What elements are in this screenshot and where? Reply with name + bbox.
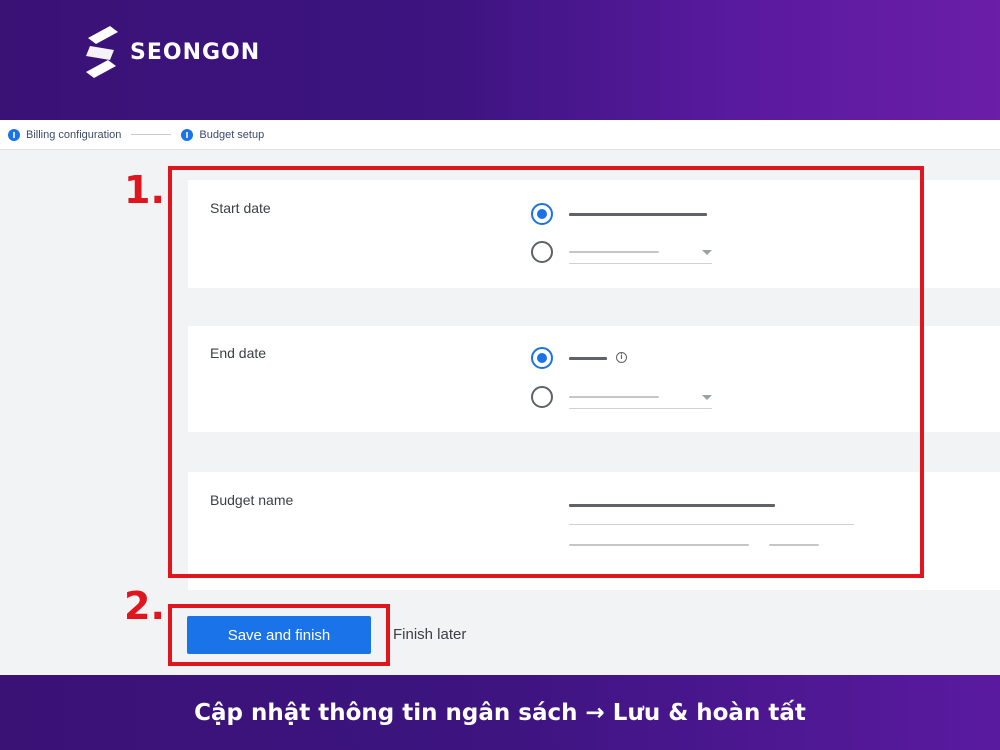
step-label: Billing configuration bbox=[26, 128, 122, 141]
step-info-icon bbox=[8, 128, 20, 141]
brand-logo: SEONGON bbox=[80, 22, 260, 82]
form-highlight-box bbox=[168, 166, 924, 578]
finish-later-button[interactable]: Finish later bbox=[393, 626, 466, 643]
caption-text: Cập nhật thông tin ngân sách → Lưu & hoà… bbox=[194, 699, 806, 726]
save-and-finish-button[interactable]: Save and finish bbox=[187, 616, 371, 654]
annotation-step-1: 1. bbox=[124, 168, 165, 212]
seongon-logo-icon bbox=[86, 26, 118, 78]
step-connector bbox=[131, 134, 172, 135]
step-label: Budget setup bbox=[199, 128, 265, 141]
step-budget-setup[interactable]: Budget setup bbox=[181, 128, 265, 141]
caption-banner: Cập nhật thông tin ngân sách → Lưu & hoà… bbox=[0, 675, 1000, 750]
brand-name: SEONGON bbox=[130, 39, 261, 65]
step-billing-configuration[interactable]: Billing configuration bbox=[8, 128, 122, 141]
brand-banner: SEONGON bbox=[0, 0, 1000, 120]
stepper: Billing configuration Budget setup bbox=[0, 120, 1000, 150]
budget-setup-page: Billing configuration Budget setup Start… bbox=[0, 120, 1000, 675]
step-info-icon bbox=[181, 128, 194, 141]
annotation-step-2: 2. bbox=[124, 584, 165, 628]
